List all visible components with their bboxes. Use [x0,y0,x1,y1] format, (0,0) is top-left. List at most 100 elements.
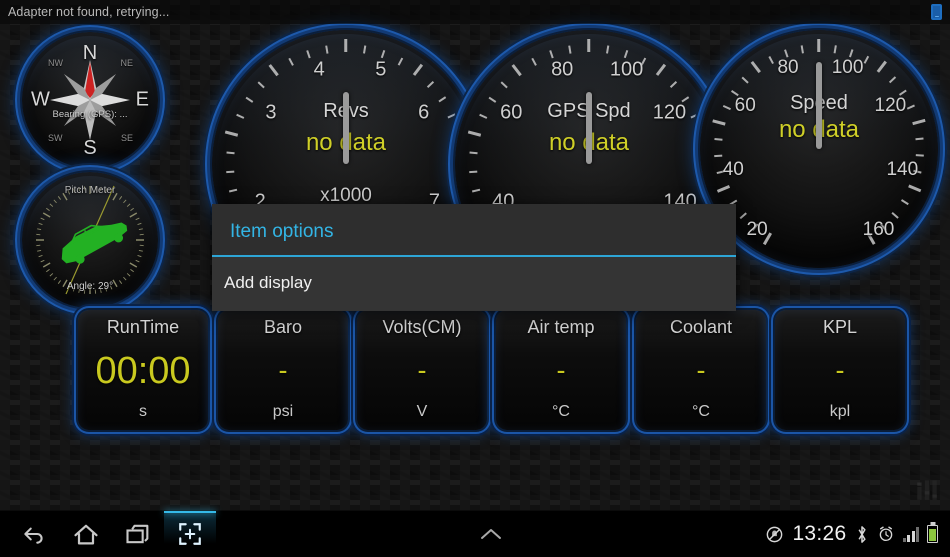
dialog-title: Item options [230,221,334,242]
recents-icon [126,524,149,544]
tile-coolant[interactable]: Coolant - °C [636,310,766,430]
alarm-icon [879,526,892,542]
speed-tick-40: 40 [722,159,744,181]
compass-north: N [82,42,98,64]
navigation-bar: 13:26 [0,510,950,557]
gauge-tick [268,64,279,76]
gauge-tick [226,170,235,173]
system-status-area[interactable]: 13:26 [765,522,950,546]
signal-icon [902,526,919,542]
tile-kpl-unit: kpl [829,403,851,420]
home-button[interactable] [60,511,112,557]
tile-coolant-unit: °C [692,403,710,420]
gauge-tick [834,45,837,54]
gauge-tick [500,81,508,88]
compass-northeast: NE [120,58,133,68]
compass-southeast: SE [120,133,133,143]
recents-button[interactable] [112,511,164,557]
screenshot-button[interactable] [164,510,216,557]
tile-air-temp-value: - [556,355,566,385]
gauge-tick [568,45,572,54]
gauge-tick [864,56,870,64]
gauge-tick [469,170,478,173]
gauge-tick [801,45,804,54]
gauge-tick [511,64,522,76]
clock: 13:26 [792,522,847,545]
tile-air-temp-label: Air temp [527,317,595,337]
gauge-tick [549,50,554,59]
gauge-tick [900,199,909,206]
compass-bearing-text: Bearing (GPS): ... [52,109,128,120]
tile-baro-label: Baro [263,317,303,337]
gauge-tick [381,50,386,59]
gauge-tick [768,56,774,64]
speed-tick-20: 20 [746,218,768,240]
equalizer-icon[interactable] [914,476,940,502]
gauge-tick [306,50,311,59]
tile-coolant-value: - [696,355,706,385]
gauge-tick [716,184,730,193]
speed-tick-80: 80 [777,57,799,79]
tile-runtime-value: 00:00 [95,349,191,392]
tile-kpl-value: - [835,355,845,385]
tile-baro[interactable]: Baro - psi [218,310,348,430]
gauge-tick [427,81,435,88]
tile-baro-unit: psi [272,403,294,420]
tile-runtime-label: RunTime [106,317,180,337]
gauge-tick [363,45,367,54]
item-options-dialog: Item options Add display [212,204,736,311]
gauge-tick [288,57,294,66]
revs-needle [343,92,349,164]
gauge-tick [325,45,329,54]
compass-widget[interactable]: N E S W NW NE SE SW Bearing (GPS): ... [22,32,158,168]
pitch-meter-widget[interactable]: Pitch Meter Angle: 29° [22,172,158,308]
silent-mode-icon [767,526,783,542]
tile-kpl[interactable]: KPL - kpl [775,310,905,430]
status-bar: Adapter not found, retrying... [0,0,950,24]
nav-center-area [216,524,765,544]
tile-runtime[interactable]: RunTime 00:00 s [78,310,208,430]
tile-runtime-unit: s [139,403,147,420]
chevron-up-icon[interactable] [477,524,505,544]
gauge-tick [877,60,887,73]
gauge-tick [697,188,707,192]
status-message: Adapter not found, retrying... [8,5,170,19]
app-screen: Adapter not found, retrying... N E S W N… [0,0,950,557]
gauge-tick [344,39,348,52]
tile-volts[interactable]: Volts(CM) - V [357,310,487,430]
tile-baro-value: - [278,355,288,385]
back-icon [24,527,43,544]
revs-tick-4: 4 [313,58,325,81]
tile-coolant-label: Coolant [669,317,733,337]
gauge-tick [915,154,924,157]
gauge-tick [891,212,899,219]
speed-tick-140: 140 [886,159,919,181]
battery-icon [927,525,938,543]
gauge-tick [739,212,747,219]
gps-tick-100: 100 [609,58,644,81]
compass-south: S [83,137,97,159]
gauge-tick [606,45,610,54]
tile-air-temp[interactable]: Air temp - °C [496,310,626,430]
gauge-tick [471,188,481,192]
gps-tick-80: 80 [551,58,574,81]
revs-tick-5: 5 [375,58,387,81]
speed-needle [816,62,822,149]
tile-air-temp-unit: °C [552,403,570,420]
tile-volts-unit: V [416,403,428,420]
gauge-tick [398,57,404,66]
dialog-item-add-display[interactable]: Add display [212,257,736,311]
gauge-tick [531,57,537,66]
status-bar-right [931,4,942,20]
dialog-header: Item options [212,204,736,257]
compass-southwest: SW [48,133,63,143]
pitch-meter-angle: Angle: 29° [66,281,114,292]
gauge-tick [889,76,897,84]
home-icon [74,524,98,545]
gauge-tick [908,184,922,193]
gauge-tick [817,39,821,52]
gauge-tick [413,64,424,76]
gauge-tick [670,81,678,88]
back-button[interactable] [8,511,60,557]
speed-tick-160: 160 [862,218,895,240]
